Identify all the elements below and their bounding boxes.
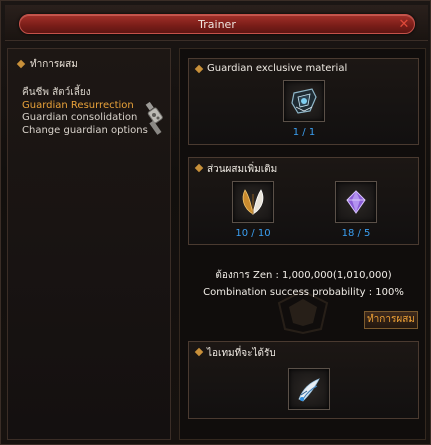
zen-requirement: ต้องการ Zen : 1,000,000(1,010,000) — [215, 270, 392, 281]
window-title: Trainer — [198, 18, 236, 31]
right-area: Guardian exclusive material 1 / 1 ส่วนผส… — [179, 48, 426, 440]
success-probability: Combination success probability : 100% — [203, 287, 404, 298]
left-panel: ทำการผสม คืนชีพ สัตว์เลี้ยง Guardian Res… — [7, 48, 171, 440]
result-title: ไอเทมที่จะได้รับ — [207, 348, 276, 359]
trainer-window: Trainer ✕ ทำการผสม คืนชีพ สัตว์เลี้ยง Gu… — [0, 0, 431, 445]
exclusive-material-title: Guardian exclusive material — [207, 63, 348, 74]
diamond-bullet-icon — [194, 163, 204, 173]
diamond-bullet-icon — [16, 59, 26, 69]
ingredient-slot-gem[interactable] — [335, 181, 377, 223]
ingredient-count-feather: 10 / 10 — [235, 228, 271, 239]
title-plate: Trainer — [19, 14, 415, 34]
diamond-bullet-icon — [194, 64, 204, 74]
ingredient-count-gem: 18 / 5 — [341, 228, 371, 239]
ingredient-slot-feather[interactable] — [232, 181, 274, 223]
diamond-bullet-icon — [194, 347, 204, 357]
guardian-wing-icon — [298, 378, 320, 402]
exclusive-material-box: Guardian exclusive material 1 / 1 — [188, 58, 419, 145]
title-bar: Trainer ✕ — [5, 5, 428, 41]
exclusive-material-slot[interactable] — [283, 80, 325, 122]
combine-section-header: ทำการผสม — [14, 57, 164, 75]
exclusive-material-count: 1 / 1 — [292, 127, 316, 138]
menu-item-pet-resurrection[interactable]: คืนชีพ สัตว์เลี้ยง — [22, 87, 172, 100]
additional-ingredients-title: ส่วนผสมเพิ่มเติม — [207, 164, 278, 175]
result-box: ไอเทมที่จะได้รับ — [188, 341, 419, 419]
additional-ingredients-box: ส่วนผสมเพิ่มเติม 10 / 10 18 / 5 — [188, 157, 419, 245]
result-slot[interactable] — [288, 368, 330, 410]
feather-wing-icon — [242, 189, 264, 215]
hammer-icon — [145, 101, 163, 135]
guardian-armor-icon — [291, 88, 317, 114]
section-header-label: ทำการผสม — [30, 59, 78, 70]
purple-gem-icon — [346, 190, 366, 214]
combine-button[interactable]: ทำการผสม — [364, 311, 418, 329]
close-icon[interactable]: ✕ — [395, 18, 413, 31]
